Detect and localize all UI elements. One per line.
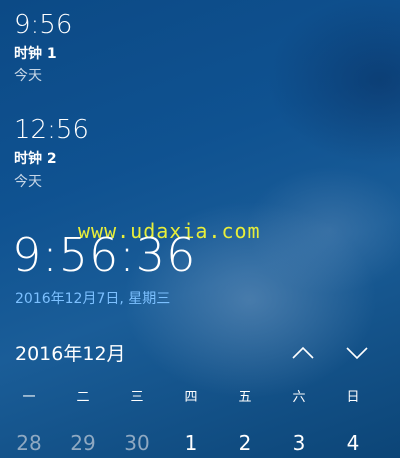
- calendar-day[interactable]: 1: [164, 433, 218, 453]
- clock-2-time: 12:56: [14, 115, 89, 145]
- calendar-day[interactable]: 2: [218, 433, 272, 453]
- month-label[interactable]: 2016年12月: [15, 345, 126, 364]
- calendar-week-row: 28 29 30 1 2 3 4: [2, 433, 380, 453]
- calendar-day[interactable]: 29: [56, 433, 110, 453]
- calendar-day[interactable]: 30: [110, 433, 164, 453]
- clock-2-name: 时钟 2: [14, 151, 57, 167]
- weekday-wed: 三: [130, 390, 144, 405]
- weekday-sat: 六: [292, 390, 306, 405]
- calendar-day[interactable]: 4: [326, 433, 380, 453]
- current-date-link[interactable]: 2016年12月7日, 星期三: [15, 292, 170, 306]
- calendar-day[interactable]: 28: [2, 433, 56, 453]
- chevron-up-icon: [292, 346, 314, 359]
- clock-1-time: 9:56: [14, 10, 73, 40]
- weekday-tue: 二: [76, 390, 90, 405]
- weekday-fri: 五: [238, 390, 252, 405]
- next-month-button[interactable]: [342, 341, 372, 365]
- weekday-header: 一 二 三 四 五 六 日: [2, 391, 380, 404]
- previous-month-button[interactable]: [288, 341, 318, 365]
- clock-1-name: 时钟 1: [14, 46, 57, 62]
- weekday-sun: 日: [346, 390, 360, 405]
- calendar-day[interactable]: 3: [272, 433, 326, 453]
- chevron-down-icon: [346, 347, 368, 360]
- current-time: 9:56:36: [12, 228, 197, 282]
- clock-1-day: 今天: [14, 68, 42, 84]
- clock-2-day: 今天: [14, 174, 42, 190]
- weekday-mon: 一: [22, 390, 36, 405]
- weekday-thu: 四: [184, 390, 198, 405]
